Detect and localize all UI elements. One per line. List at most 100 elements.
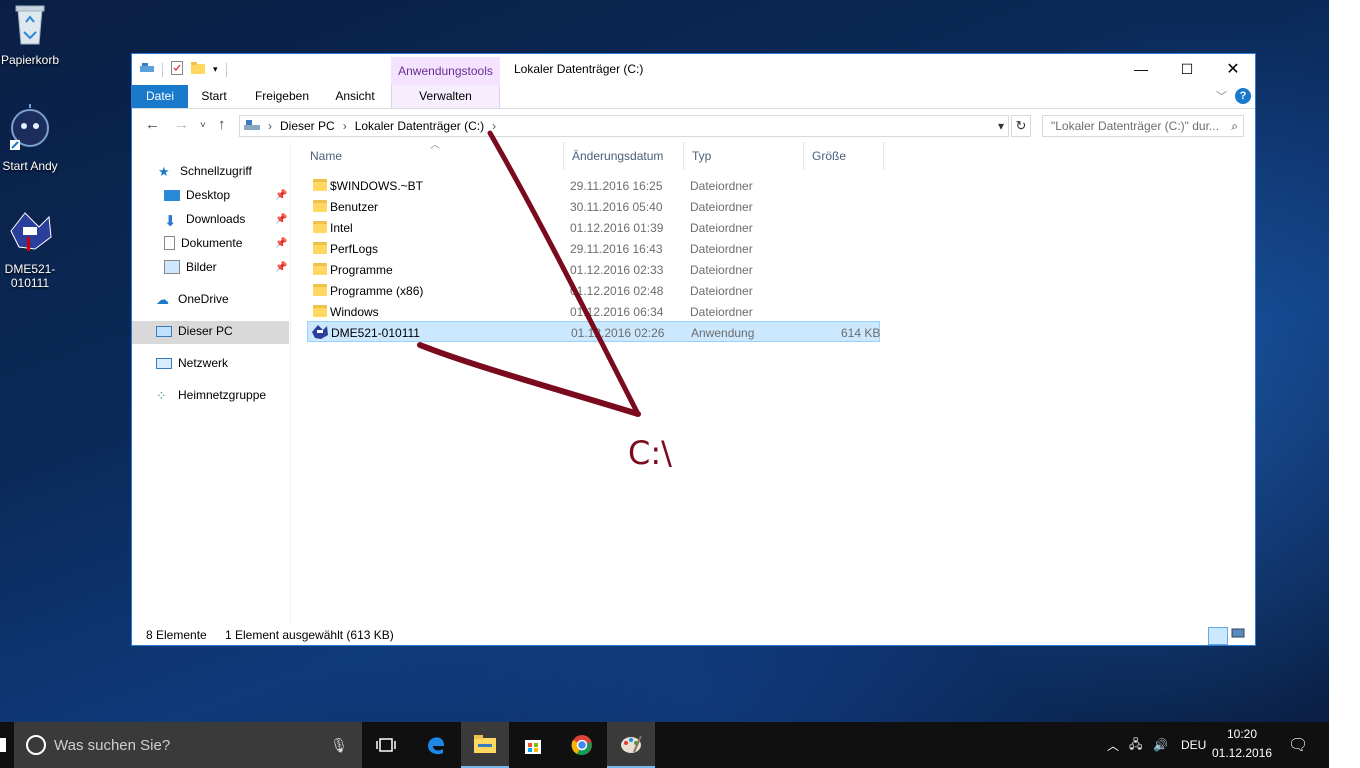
address-dropdown-icon[interactable]: ▾ <box>998 119 1004 133</box>
nav-item-onedrive[interactable]: ☁ OneDrive <box>156 288 229 310</box>
file-date: 01.12.2016 02:33 <box>570 263 664 277</box>
paint-icon[interactable] <box>607 722 655 768</box>
nav-item-homegroup[interactable]: ⁘ Heimnetzgruppe <box>156 384 266 406</box>
download-arrow-icon: ⬇ <box>164 213 177 230</box>
desktop-icon-dme521[interactable]: DME521-010111 <box>0 207 67 290</box>
properties-icon[interactable] <box>171 61 183 78</box>
recycle-bin-icon <box>0 2 67 49</box>
file-explorer-taskbar-icon[interactable] <box>461 722 509 768</box>
pane-divider[interactable] <box>290 142 291 624</box>
file-row[interactable]: Programme (x86) 01.12.2016 02:48 Dateior… <box>307 280 880 301</box>
tab-ansicht[interactable]: Ansicht <box>328 85 382 108</box>
nav-item-downloads[interactable]: ⬇ Downloads <box>164 208 245 230</box>
file-row[interactable]: Benutzer 30.11.2016 05:40 Dateiordner <box>307 196 880 217</box>
document-icon <box>164 236 175 250</box>
nav-item-pictures[interactable]: Bilder <box>164 256 217 278</box>
file-row[interactable]: Intel 01.12.2016 01:39 Dateiordner <box>307 217 880 238</box>
computer-icon <box>156 325 172 337</box>
pin-icon[interactable]: 📌 <box>275 214 287 225</box>
search-input[interactable]: "Lokaler Datenträger (C:)" dur... ⌕ <box>1042 115 1244 137</box>
column-header-type[interactable]: Typ <box>684 142 804 170</box>
breadcrumb-separator-icon: › <box>492 119 497 133</box>
toolbar-separator <box>225 62 227 77</box>
folder-icon <box>313 305 327 317</box>
file-type: Dateiordner <box>690 263 753 277</box>
cortana-icon <box>26 735 46 755</box>
minimize-button[interactable]: — <box>1118 54 1164 84</box>
desktop-icon-start-andy[interactable]: Start Andy <box>0 104 67 173</box>
back-button[interactable]: ← <box>145 116 160 133</box>
nav-item-this-pc[interactable]: Dieser PC <box>156 320 233 342</box>
column-header-date[interactable]: Änderungsdatum <box>564 142 684 170</box>
tab-freigeben[interactable]: Freigeben <box>250 85 314 108</box>
file-row[interactable]: $WINDOWS.~BT 29.11.2016 16:25 Dateiordne… <box>307 175 880 196</box>
file-row[interactable]: Windows 01.12.2016 06:34 Dateiordner <box>307 301 880 322</box>
forward-button[interactable]: → <box>174 116 189 133</box>
taskbar: Was suchen Sie? 🎙 ︿ 🖧 🔊 DEU 10:20 01.12.… <box>0 722 1329 768</box>
file-type: Anwendung <box>691 326 755 340</box>
input-language[interactable]: DEU <box>1181 722 1206 768</box>
new-folder-icon[interactable] <box>191 62 205 77</box>
action-center-icon[interactable]: 🗨 <box>1288 722 1308 768</box>
folder-icon <box>313 221 327 233</box>
chrome-icon[interactable] <box>558 722 606 768</box>
file-name: Intel <box>330 221 353 235</box>
refresh-button[interactable]: ↻ <box>1011 115 1031 137</box>
file-row-selected[interactable]: DME521-010111 01.12.2016 02:26 Anwendung… <box>307 321 880 342</box>
column-header-size[interactable]: Größe <box>804 142 884 170</box>
column-header-name[interactable]: Name <box>302 142 564 170</box>
task-view-icon[interactable] <box>362 722 410 768</box>
file-row[interactable]: PerfLogs 29.11.2016 16:43 Dateiordner <box>307 238 880 259</box>
explorer-window: ▾ Anwendungstools Lokaler Datenträger (C… <box>131 53 1256 646</box>
search-placeholder: "Lokaler Datenträger (C:)" dur... <box>1051 119 1219 133</box>
nav-item-documents[interactable]: Dokumente <box>164 232 242 254</box>
pin-icon[interactable]: 📌 <box>275 190 287 201</box>
close-button[interactable]: ✕ <box>1210 54 1256 84</box>
pin-icon[interactable]: 📌 <box>275 262 287 273</box>
maximize-button[interactable]: ☐ <box>1164 54 1210 84</box>
desktop-icon-recycle-bin[interactable]: Papierkorb <box>0 2 67 67</box>
file-name: DME521-010111 <box>331 326 420 340</box>
up-button[interactable]: ↑ <box>218 116 226 133</box>
file-row[interactable]: Programme 01.12.2016 02:33 Dateiordner <box>307 259 880 280</box>
nav-label: Desktop <box>186 188 231 202</box>
start-button[interactable] <box>0 736 6 754</box>
file-size: 614 KB <box>841 326 881 340</box>
folder-icon <box>313 284 327 296</box>
nav-item-quick-access[interactable]: ★ Schnellzugriff <box>158 160 252 182</box>
taskbar-search-placeholder: Was suchen Sie? <box>54 736 171 754</box>
nav-item-desktop[interactable]: Desktop <box>164 184 230 206</box>
volume-icon[interactable]: 🔊 <box>1153 722 1168 768</box>
network-tray-icon[interactable]: 🖧 <box>1129 722 1142 768</box>
microphone-icon[interactable]: 🎙 <box>330 737 348 754</box>
window-title: Lokaler Datenträger (C:) <box>514 62 644 76</box>
show-hidden-icons[interactable]: ︿ <box>1107 722 1119 768</box>
clock-time: 10:20 <box>1226 727 1258 741</box>
tab-start[interactable]: Start <box>192 85 236 108</box>
details-view-icon[interactable] <box>1208 627 1228 645</box>
nav-item-network[interactable]: Netzwerk <box>156 352 228 374</box>
tab-verwalten[interactable]: Verwalten <box>391 85 500 108</box>
large-icons-view-icon[interactable] <box>1231 627 1251 645</box>
pin-icon[interactable]: 📌 <box>275 238 287 249</box>
homegroup-icon: ⁘ <box>156 388 167 403</box>
file-date: 29.11.2016 16:43 <box>570 242 663 256</box>
taskbar-clock[interactable]: 10:20 01.12.2016 <box>1207 725 1277 763</box>
tab-datei[interactable]: Datei <box>132 85 188 108</box>
screen-edge <box>1329 0 1360 768</box>
help-icon[interactable]: ? <box>1235 88 1251 104</box>
customize-toolbar-icon[interactable]: ▾ <box>213 64 218 75</box>
breadcrumb-this-pc[interactable]: Dieser PC <box>280 119 335 133</box>
edge-icon[interactable] <box>412 722 460 768</box>
annotation-label: C:\ <box>628 434 672 472</box>
file-type: Dateiordner <box>690 179 753 193</box>
taskbar-search-box[interactable]: Was suchen Sie? 🎙 <box>14 722 362 768</box>
recent-locations-icon[interactable]: ˅ <box>200 120 206 131</box>
column-headers: ︿ Name Änderungsdatum Typ Größe <box>302 140 892 170</box>
store-icon[interactable] <box>509 722 557 768</box>
breadcrumb-local-disk[interactable]: Lokaler Datenträger (C:) <box>355 119 484 133</box>
address-bar[interactable]: › Dieser PC › Lokaler Datenträger (C:) ›… <box>239 115 1009 137</box>
expand-ribbon-icon[interactable]: ﹀ <box>1216 88 1227 104</box>
file-type: Dateiordner <box>690 305 753 319</box>
title-bar[interactable]: ▾ Anwendungstools Lokaler Datenträger (C… <box>132 54 1255 85</box>
